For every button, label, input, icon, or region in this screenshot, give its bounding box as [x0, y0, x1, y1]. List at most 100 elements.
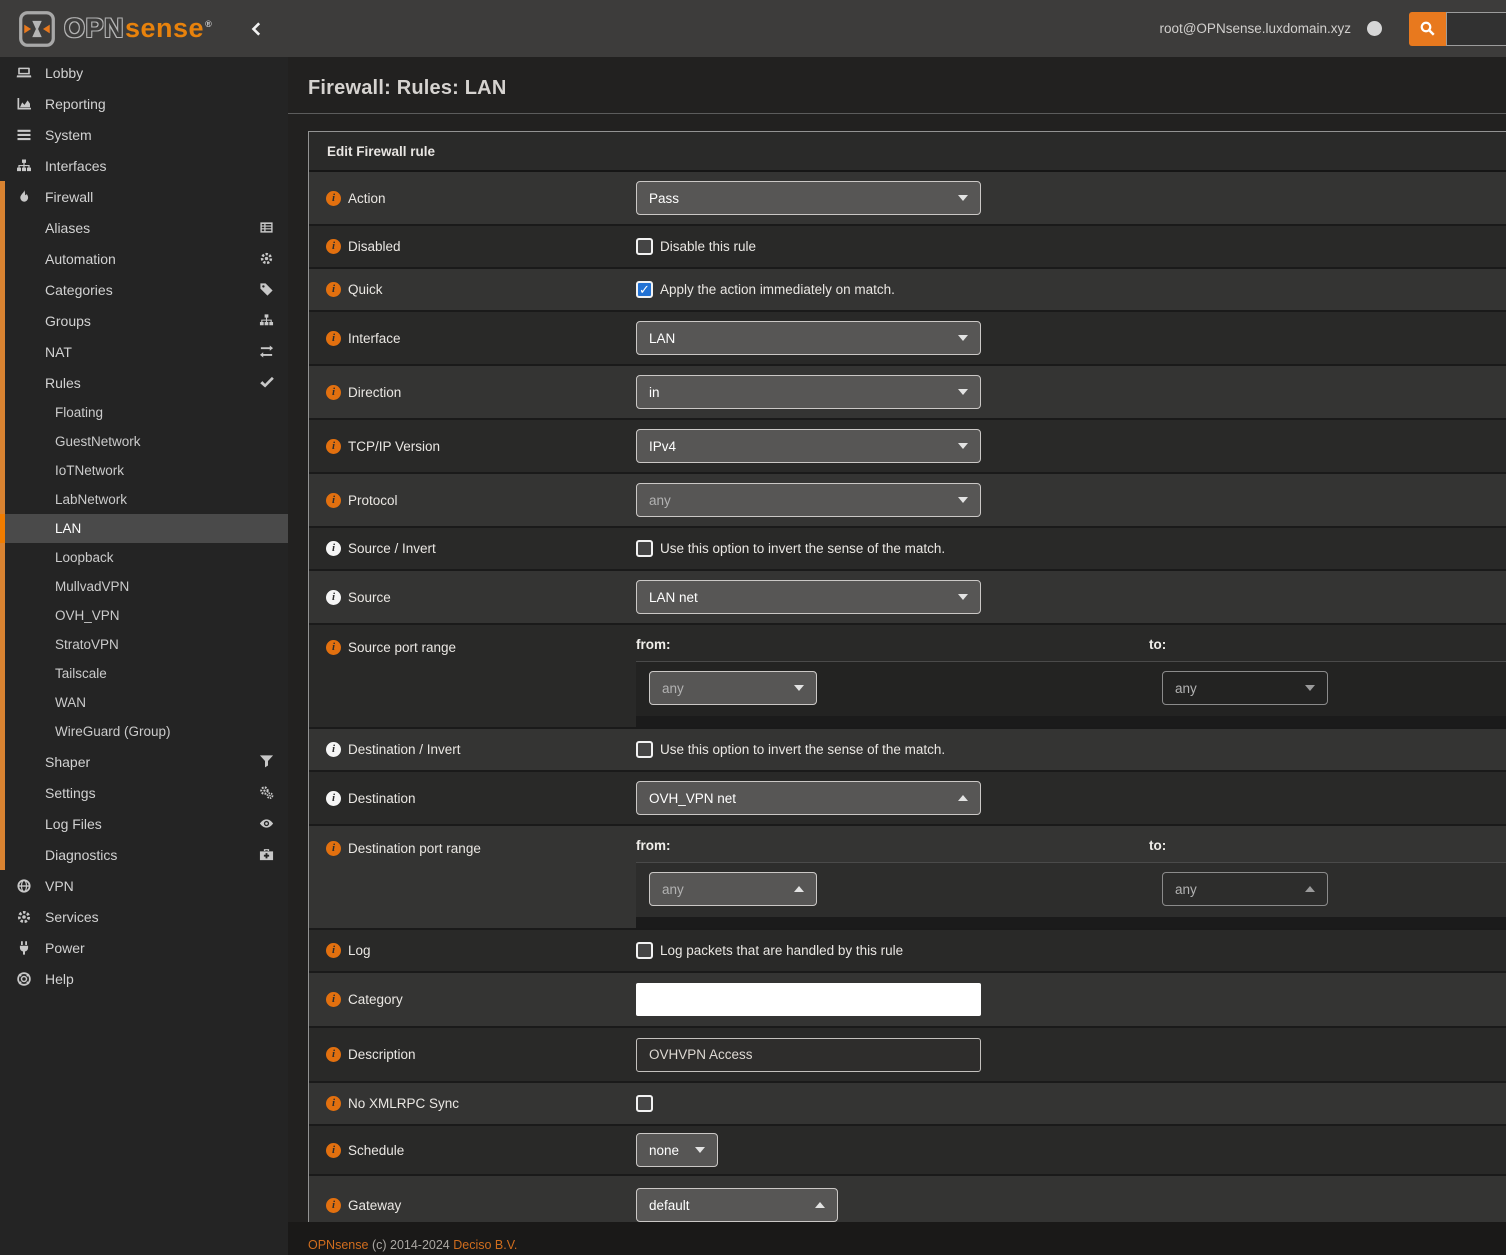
sidebar-item-reporting[interactable]: Reporting	[0, 88, 288, 119]
info-circle-icon[interactable]: i	[326, 541, 341, 556]
caret-down-icon	[958, 497, 968, 503]
sidebar-collapse-chevron-icon[interactable]	[250, 21, 264, 37]
sidebar-item-log-files[interactable]: Log Files	[5, 808, 288, 839]
sitemap-icon	[15, 158, 32, 174]
sidebar-item-firewall[interactable]: Firewall	[5, 181, 288, 212]
info-circle-icon[interactable]: i	[326, 841, 341, 856]
sidebar-item-interfaces[interactable]: Interfaces	[0, 150, 288, 181]
check-icon	[259, 375, 274, 390]
info-circle-icon[interactable]: i	[326, 282, 341, 297]
destination-select[interactable]: OVH_VPN net	[636, 781, 981, 815]
info-circle-icon[interactable]: i	[326, 640, 341, 655]
action-select[interactable]: Pass	[636, 181, 981, 215]
disabled-label-cell: iDisabled	[309, 239, 636, 254]
destination-port-range-from-select[interactable]: any	[649, 872, 817, 906]
sidebar-item-categories[interactable]: Categories	[5, 274, 288, 305]
destination-port-range-horizontal-scrollbar[interactable]	[636, 917, 1506, 928]
info-circle-icon[interactable]: i	[326, 439, 341, 454]
sidebar-item-floating[interactable]: Floating	[5, 398, 288, 427]
sidebar-item-vpn[interactable]: VPN	[0, 870, 288, 901]
sidebar-item-ovh-vpn[interactable]: OVH_VPN	[5, 601, 288, 630]
info-circle-icon[interactable]: i	[326, 331, 341, 346]
sidebar-item-stratovpn[interactable]: StratoVPN	[5, 630, 288, 659]
page-title: Firewall: Rules: LAN	[288, 57, 1506, 100]
source-control-cell: LAN net	[636, 580, 1506, 614]
search-button[interactable]	[1409, 12, 1446, 46]
caret-down-icon	[958, 335, 968, 341]
selected-value: LAN	[649, 331, 675, 346]
direction-select[interactable]: in	[636, 375, 981, 409]
selected-value: any	[1175, 681, 1197, 696]
sitemap-icon	[259, 313, 274, 328]
sidebar-item-label: Diagnostics	[45, 847, 117, 863]
info-circle-icon[interactable]: i	[326, 943, 341, 958]
disabled-checkbox[interactable]: ✓	[636, 238, 653, 255]
sidebar-item-power[interactable]: Power	[0, 932, 288, 963]
sidebar-item-guestnetwork[interactable]: GuestNetwork	[5, 427, 288, 456]
source-port-range-from-label: from:	[636, 625, 1149, 661]
source-invert-checkbox[interactable]: ✓	[636, 540, 653, 557]
source-port-range-from-select[interactable]: any	[649, 671, 817, 705]
sidebar-item-lan[interactable]: LAN	[5, 514, 288, 543]
info-circle-icon[interactable]: i	[326, 385, 341, 400]
row-tcpip-version: iTCP/IP VersionIPv4	[309, 420, 1506, 474]
info-circle-icon[interactable]: i	[326, 191, 341, 206]
opnsense-footer-link[interactable]: OPNsense	[308, 1238, 368, 1252]
log-checkbox[interactable]: ✓	[636, 942, 653, 959]
sidebar-item-wan[interactable]: WAN	[5, 688, 288, 717]
source-port-range-to-select[interactable]: any	[1162, 671, 1328, 705]
selected-value: in	[649, 385, 660, 400]
description-input[interactable]	[636, 1038, 981, 1072]
info-circle-icon[interactable]: i	[326, 992, 341, 1007]
sidebar-item-system[interactable]: System	[0, 119, 288, 150]
sidebar-item-nat[interactable]: NAT	[5, 336, 288, 367]
interface-select[interactable]: LAN	[636, 321, 981, 355]
source-port-range-horizontal-scrollbar[interactable]	[636, 716, 1506, 727]
info-circle-icon[interactable]: i	[326, 1047, 341, 1062]
info-circle-icon[interactable]: i	[326, 1143, 341, 1158]
sidebar-item-tailscale[interactable]: Tailscale	[5, 659, 288, 688]
sidebar-item-label: Settings	[45, 785, 96, 801]
sidebar-item-labnetwork[interactable]: LabNetwork	[5, 485, 288, 514]
info-circle-icon[interactable]: i	[326, 1096, 341, 1111]
row-protocol: iProtocolany	[309, 474, 1506, 528]
tcpip-version-select[interactable]: IPv4	[636, 429, 981, 463]
sidebar-item-help[interactable]: Help	[0, 963, 288, 994]
protocol-select[interactable]: any	[636, 483, 981, 517]
sidebar-item-aliases[interactable]: Aliases	[5, 212, 288, 243]
destination-port-range-to-select[interactable]: any	[1162, 872, 1328, 906]
sidebar-item-wireguard-group[interactable]: WireGuard (Group)	[5, 717, 288, 746]
schedule-select[interactable]: none	[636, 1133, 718, 1167]
gateway-select[interactable]: default	[636, 1188, 838, 1222]
row-log: iLog✓Log packets that are handled by thi…	[309, 930, 1506, 973]
destination-invert-checkbox[interactable]: ✓	[636, 741, 653, 758]
deciso-footer-link[interactable]: Deciso B.V.	[453, 1238, 517, 1252]
info-circle-icon[interactable]: i	[326, 493, 341, 508]
opnsense-logo[interactable]: OPNsense®	[18, 10, 212, 48]
source-select[interactable]: LAN net	[636, 580, 981, 614]
sidebar-item-services[interactable]: Services	[0, 901, 288, 932]
sidebar-item-loopback[interactable]: Loopback	[5, 543, 288, 572]
quick-checkbox[interactable]: ✓	[636, 281, 653, 298]
caret-down-icon	[695, 1147, 705, 1153]
caret-up-icon	[794, 886, 804, 892]
search-input[interactable]	[1446, 12, 1506, 46]
logged-in-user: root@OPNsense.luxdomain.xyz	[1159, 21, 1351, 36]
sidebar-item-groups[interactable]: Groups	[5, 305, 288, 336]
info-circle-icon[interactable]: i	[326, 742, 341, 757]
category-input[interactable]	[636, 983, 981, 1016]
info-circle-icon[interactable]: i	[326, 239, 341, 254]
info-circle-icon[interactable]: i	[326, 590, 341, 605]
sidebar-item-settings[interactable]: Settings	[5, 777, 288, 808]
sidebar-item-mullvadvpn[interactable]: MullvadVPN	[5, 572, 288, 601]
no-xmlrpc-sync-checkbox[interactable]: ✓	[636, 1095, 653, 1112]
sidebar-item-automation[interactable]: Automation	[5, 243, 288, 274]
sidebar-item-lobby[interactable]: Lobby	[0, 57, 288, 88]
sidebar-item-shaper[interactable]: Shaper	[5, 746, 288, 777]
info-circle-icon[interactable]: i	[326, 1198, 341, 1213]
sidebar-item-rules[interactable]: Rules	[5, 367, 288, 398]
sidebar-item-diagnostics[interactable]: Diagnostics	[5, 839, 288, 870]
destination-label: Destination	[348, 791, 416, 806]
info-circle-icon[interactable]: i	[326, 791, 341, 806]
sidebar-item-iotnetwork[interactable]: IoTNetwork	[5, 456, 288, 485]
